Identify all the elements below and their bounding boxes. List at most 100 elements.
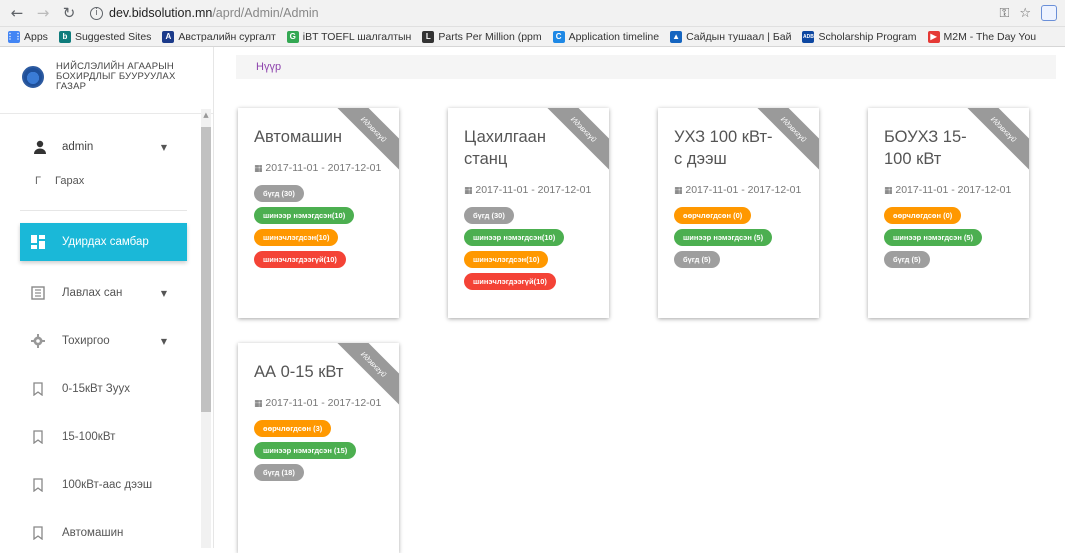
card-date: ▦ 2017-11-01 - 2017-12-01 xyxy=(674,182,803,199)
bookmark-item[interactable]: GiBT TOEFL шалгалтын xyxy=(286,30,412,43)
caret-down-icon: ▼ xyxy=(160,142,167,152)
star-icon[interactable]: ☆ xyxy=(1019,6,1031,21)
bookmark-icon xyxy=(30,477,46,493)
sidebar-item-dashboard[interactable]: Удирдах самбар xyxy=(20,223,187,261)
forward-arrow-icon[interactable]: → xyxy=(34,4,52,22)
status-badge[interactable]: шинээр нэмэгдсэн(10) xyxy=(464,229,565,246)
logout-link[interactable]: Г Гарах xyxy=(0,166,213,196)
category-card[interactable]: Идэвхгүй УХЗ 100 кВт-с дээш ▦ 2017-11-01 -… xyxy=(658,108,819,318)
status-badge[interactable]: бүгд (18) xyxy=(254,464,304,481)
gear-icon xyxy=(30,333,46,349)
bookmark-label: Сайдын тушаал | Бай xyxy=(686,30,792,43)
card-date: ▦ 2017-11-01 - 2017-12-01 xyxy=(254,160,383,177)
caret-down-icon: ▼ xyxy=(160,336,167,346)
status-badge[interactable]: бүгд (30) xyxy=(254,185,304,202)
category-card[interactable]: Идэвхгүй Автомашин ▦ 2017-11-01 - 2017-12-… xyxy=(238,108,399,318)
sidebar: НИЙСЛЭЛИЙН АГААРЫН БОХИРДЛЫГ БУУРУУЛАХ Г… xyxy=(0,47,214,548)
logout-label: Гарах xyxy=(55,175,85,187)
sidebar-menu: Лавлах сан ▼ Тохиргоо ▼ 0-15кВт Зуух 15-100кВ… xyxy=(0,269,213,548)
back-arrow-icon[interactable]: ← xyxy=(8,4,26,22)
status-badge[interactable]: өөрчлөгдсөн (0) xyxy=(674,207,752,224)
card-date: ▦ 2017-11-01 - 2017-12-01 xyxy=(254,395,383,412)
badge-list: өөрчлөгдсөн (0) шинээр нэмэгдсэн (5) бүгд … xyxy=(884,207,1013,268)
calendar-icon: ▦ xyxy=(674,186,686,196)
date-range: 2017-11-01 - 2017-12-01 xyxy=(685,184,802,196)
bookmark-item[interactable]: ▲ Сайдын тушаал | Бай xyxy=(670,30,792,43)
main-content: Нүүр Идэвхгүй Автомашин ▦ 2017-11-01 - 201… xyxy=(214,47,1065,553)
logo-icon xyxy=(22,66,44,88)
admin-app: НИЙСЛЭЛИЙН АГААРЫН БОХИРДЛЫГ БУУРУУЛАХ Г… xyxy=(0,47,1065,553)
status-badge[interactable]: шинээр нэмэгдсэн (5) xyxy=(884,229,983,246)
bookmark-item[interactable]: ADB Scholarship Program xyxy=(802,30,917,43)
key-icon[interactable]: ⚿ xyxy=(999,6,1009,21)
category-card[interactable]: Идэвхгүй АА 0-15 кВт ▦ 2017-11-01 - 2017-1… xyxy=(238,343,399,553)
australia-icon: A xyxy=(162,30,175,43)
status-badge[interactable]: бүгд (30) xyxy=(464,207,514,224)
status-badge[interactable]: бүгд (5) xyxy=(674,251,720,268)
sidebar-item-label: 15-100кВт xyxy=(62,431,116,443)
user-icon xyxy=(30,137,50,157)
sidebar-item[interactable]: Лавлах сан ▼ xyxy=(0,269,213,317)
extension-icon[interactable] xyxy=(1041,5,1057,21)
category-card[interactable]: Идэвхгүй БОУХЗ 15-100 кВт ▦ 2017-11-01 - 2… xyxy=(868,108,1029,318)
status-badge[interactable]: шинээр нэмэгдсэн(10) xyxy=(254,207,355,224)
status-badge[interactable]: шинээр нэмэгдсэн (5) xyxy=(674,229,773,246)
adb-icon: ADB xyxy=(802,30,815,43)
card-date: ▦ 2017-11-01 - 2017-12-01 xyxy=(464,182,593,199)
bookmark-label: Австралийн сургалт xyxy=(178,30,276,43)
bookmark-item[interactable]: C Application timeline xyxy=(552,30,659,43)
bookmark-item[interactable]: L Parts Per Million (ppm xyxy=(422,30,542,43)
scroll-up-arrow-icon[interactable]: ▲ xyxy=(201,111,211,121)
bing-icon: b xyxy=(58,30,71,43)
sidebar-item-label: Автомашин xyxy=(62,527,124,539)
google-icon: G xyxy=(286,30,299,43)
status-badge[interactable]: шинэчлэгдээгүй(10) xyxy=(464,273,556,290)
breadcrumb: Нүүр xyxy=(236,55,1056,79)
bookmark-item[interactable]: A Австралийн сургалт xyxy=(162,30,276,43)
apps-grid-icon: ⋮⋮ xyxy=(6,30,22,43)
bookmark-label: M2M - The Day You xyxy=(943,30,1037,43)
date-range: 2017-11-01 - 2017-12-01 xyxy=(475,184,592,196)
sidebar-scroll-thumb[interactable] xyxy=(201,127,211,412)
bookmark-item[interactable]: ▶ M2M - The Day You xyxy=(927,30,1037,43)
dashboard-icon xyxy=(30,234,46,250)
sidebar-item[interactable]: 100кВт-аас дээш xyxy=(0,461,213,509)
logout-prefix: Г xyxy=(35,175,41,187)
category-card[interactable]: Идэвхгүй Цахилгаан станц ▦ 2017-11-01 - 20… xyxy=(448,108,609,318)
status-badge[interactable]: шинэчлэгдсэн(10) xyxy=(254,229,339,246)
status-badge[interactable]: өөрчлөгдсөн (0) xyxy=(884,207,962,224)
sidebar-item[interactable]: 0-15кВт Зуух xyxy=(0,365,213,413)
brand: НИЙСЛЭЛИЙН АГААРЫН БОХИРДЛЫГ БУУРУУЛАХ Г… xyxy=(0,47,213,107)
sidebar-divider xyxy=(0,113,213,114)
card-date: ▦ 2017-11-01 - 2017-12-01 xyxy=(884,182,1013,199)
status-badge[interactable]: шинэчлэгдээгүй(10) xyxy=(254,251,346,268)
l-icon: L xyxy=(422,30,435,43)
brand-line-3: ГАЗАР xyxy=(56,81,87,92)
badge-list: өөрчлөгдсөн (3) шинээр нэмэгдсэн (15) бүгд… xyxy=(254,420,383,481)
browser-toolbar: ← → ↻ i dev.bidsolution.mn/aprd/Admin/Ad… xyxy=(0,0,1065,27)
date-range: 2017-11-01 - 2017-12-01 xyxy=(265,162,382,174)
sidebar-item-label: Лавлах сан xyxy=(62,287,123,299)
status-badge[interactable]: өөрчлөгдсөн (3) xyxy=(254,420,332,437)
bookmark-label: iBT TOEFL шалгалтын xyxy=(302,30,412,43)
calendar-icon: ▦ xyxy=(464,186,476,196)
reload-icon[interactable]: ↻ xyxy=(60,4,78,22)
breadcrumb-home[interactable]: Нүүр xyxy=(256,61,281,73)
calendar-icon: ▦ xyxy=(254,164,266,174)
sidebar-item[interactable]: Тохиргоо ▼ xyxy=(0,317,213,365)
bookmark-item[interactable]: ⋮⋮ Apps xyxy=(6,30,48,43)
c-icon: C xyxy=(552,30,565,43)
status-badge[interactable]: шинэчлэгдсэн(10) xyxy=(464,251,549,268)
status-badge[interactable]: шинээр нэмэгдсэн (15) xyxy=(254,442,357,459)
address-bar[interactable]: i dev.bidsolution.mn/aprd/Admin/Admin xyxy=(86,3,319,23)
status-badge[interactable]: бүгд (5) xyxy=(884,251,930,268)
bookmark-item[interactable]: b Suggested Sites xyxy=(58,30,152,43)
badge-list: бүгд (30) шинээр нэмэгдсэн(10) шинэчлэгдсэ… xyxy=(464,207,593,290)
bookmark-label: Suggested Sites xyxy=(74,30,152,43)
sidebar-item[interactable]: Автомашин xyxy=(0,509,213,548)
sidebar-item[interactable]: 15-100кВт xyxy=(0,413,213,461)
user-menu[interactable]: admin ▼ xyxy=(0,128,213,166)
date-range: 2017-11-01 - 2017-12-01 xyxy=(895,184,1012,196)
sidebar-item-label: 0-15кВт Зуух xyxy=(62,383,130,395)
info-icon[interactable]: i xyxy=(90,6,103,20)
